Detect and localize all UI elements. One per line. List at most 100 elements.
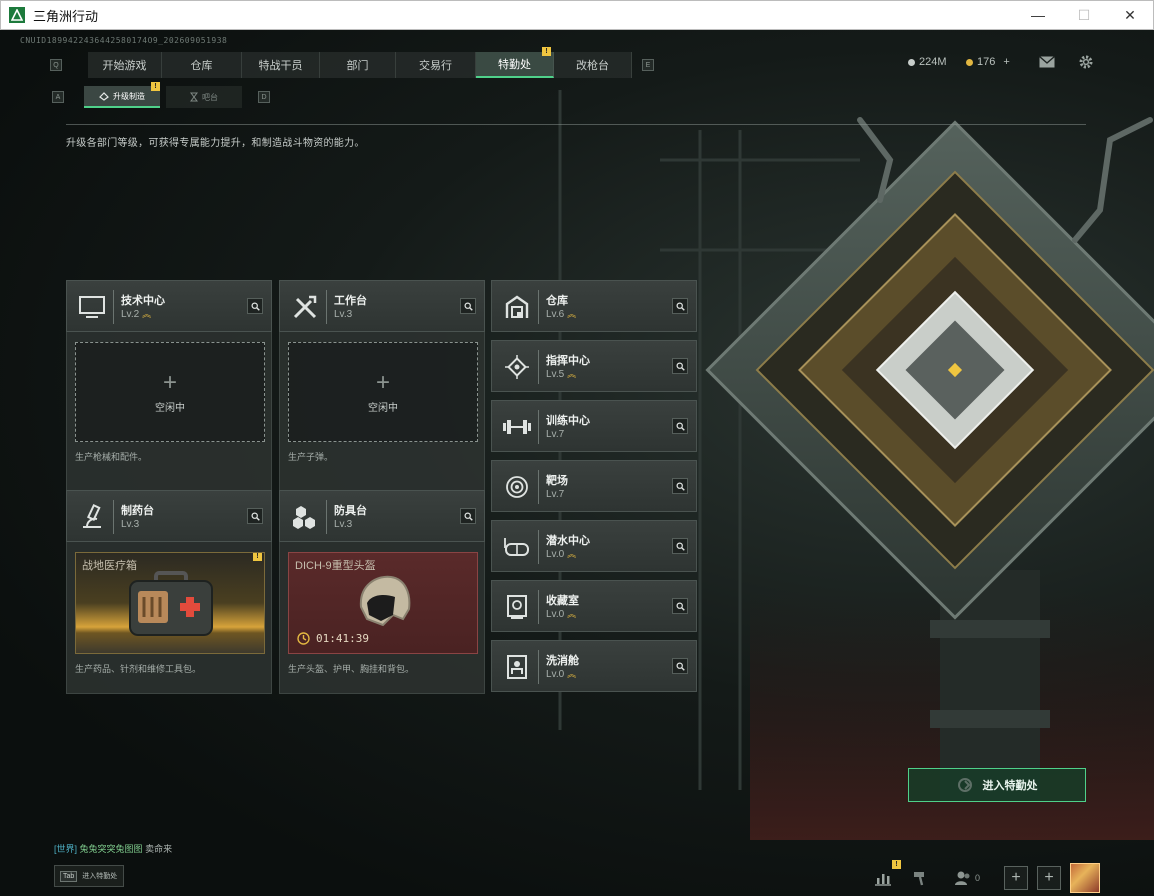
facility-card[interactable]: 仓库 Lv.6 ︽	[491, 280, 697, 332]
stats-badge: !	[892, 860, 901, 869]
search-icon[interactable]	[672, 298, 688, 314]
craft-timer: 01:41:39	[297, 632, 369, 645]
tab-department[interactable]: 部门	[320, 52, 396, 78]
chat-line[interactable]: [世界] 兔兔突突兔图图 卖命来	[54, 842, 172, 855]
nav-prev-key[interactable]: Q	[50, 59, 62, 71]
facility-name: 靶场	[546, 475, 568, 487]
pharmacy-slot[interactable]: 战地医疗箱 !	[75, 552, 265, 654]
search-icon[interactable]	[672, 478, 688, 494]
facility-level: Lv.7	[546, 429, 564, 440]
search-icon[interactable]	[672, 598, 688, 614]
tab-gunsmith[interactable]: 改枪台	[554, 52, 632, 78]
card-pharmacy[interactable]: 制药台 Lv.3	[66, 490, 272, 542]
tab-operators[interactable]: 特战干员	[242, 52, 320, 78]
facility-name: 仓库	[546, 295, 568, 307]
facility-level-value: Lv.0	[546, 669, 565, 680]
tech-center-status: 空闲中	[155, 402, 185, 414]
tech-center-panel: + 空闲中 生产枪械和配件。	[66, 332, 272, 492]
hammer-icon[interactable]	[912, 866, 928, 890]
pharmacy-slot-badge: !	[253, 553, 262, 561]
medkit-icon	[129, 571, 213, 636]
target-icon	[500, 470, 534, 504]
facility-card[interactable]: 洗消舱 Lv.0 ︽	[491, 640, 697, 692]
stats-bar-chart-icon[interactable]: !	[874, 860, 901, 890]
card-separator	[538, 530, 539, 564]
coupon-balance: 224M	[908, 56, 947, 68]
tab-warehouse[interactable]: 仓库	[162, 52, 242, 78]
hourglass-icon	[190, 92, 198, 102]
divider	[66, 124, 1086, 125]
search-icon[interactable]	[672, 418, 688, 434]
subtab-upgrade-craft[interactable]: 升级制造 !	[84, 82, 160, 108]
tab-special-ops[interactable]: 特勤处 !	[476, 47, 554, 78]
facility-level: Lv.0 ︽	[546, 669, 576, 680]
subtab-bar[interactable]: 吧台	[166, 86, 242, 108]
pharmacy-panel: 战地医疗箱 ! 生产药品、针剂和维修工具包。	[66, 542, 272, 694]
tab-market[interactable]: 交易行	[396, 52, 476, 78]
coin-amount: 176	[977, 56, 996, 68]
workbench-empty-slot[interactable]: + 空闲中	[288, 342, 478, 442]
search-icon[interactable]	[672, 658, 688, 674]
close-button[interactable]: ✕	[1107, 1, 1153, 29]
mail-icon[interactable]	[1038, 54, 1056, 70]
chat-channel: [世界]	[54, 844, 78, 854]
search-icon[interactable]	[460, 508, 476, 524]
workbench-status: 空闲中	[368, 402, 398, 414]
upgrade-arrow-icon: ︽	[142, 309, 151, 319]
maximize-button[interactable]: ☐	[1061, 1, 1107, 29]
chat-user[interactable]: 兔兔突突兔图图	[80, 844, 143, 854]
tools-icon	[288, 290, 322, 324]
friends-icon	[955, 871, 970, 885]
facility-card[interactable]: 训练中心 Lv.7	[491, 400, 697, 452]
armor-bench-slot[interactable]: DICH-9重型头盔 01:41:39	[288, 552, 478, 654]
subnav-prev-key[interactable]: A	[52, 91, 64, 103]
facility-card[interactable]: 收藏室 Lv.0 ︽	[491, 580, 697, 632]
tech-center-name: 技术中心	[121, 295, 165, 307]
search-icon[interactable]	[247, 508, 263, 524]
coin-balance[interactable]: 176 +	[966, 56, 1010, 68]
subnav-next-key[interactable]: D	[258, 91, 270, 103]
add-teammate-button-1[interactable]: +	[1004, 866, 1028, 890]
friends-button[interactable]: 0	[954, 866, 980, 890]
facility-level: Lv.5 ︽	[546, 369, 576, 380]
armor-bench-note: 生产头盔、护甲、胸挂和背包。	[288, 664, 415, 674]
card-separator	[113, 290, 114, 324]
facility-level: Lv.7	[546, 489, 564, 500]
tech-center-empty-slot[interactable]: + 空闲中	[75, 342, 265, 442]
armor-bench-level: Lv.3	[334, 519, 353, 530]
search-icon[interactable]	[247, 298, 263, 314]
facility-card[interactable]: 靶场 Lv.7	[491, 460, 697, 512]
card-workbench[interactable]: 工作台 Lv.3	[279, 280, 485, 332]
search-icon[interactable]	[672, 358, 688, 374]
subtab-upgrade-craft-label: 升级制造	[113, 91, 145, 101]
add-slot-1-wrapper: +	[1004, 866, 1028, 890]
search-icon[interactable]	[672, 538, 688, 554]
card-separator	[538, 470, 539, 504]
nav-next-key[interactable]: E	[642, 59, 654, 71]
add-coin-button[interactable]: +	[1003, 56, 1009, 68]
card-separator	[538, 410, 539, 444]
facility-level-value: Lv.6	[546, 309, 565, 320]
search-icon[interactable]	[460, 298, 476, 314]
window-title: 三角洲行动	[33, 8, 99, 24]
upgrade-arrow-icon: ︽	[567, 369, 576, 379]
coupon-icon	[908, 58, 915, 66]
facility-card[interactable]: 指挥中心 Lv.5 ︽	[491, 340, 697, 392]
enter-special-ops-button[interactable]: 进入特勤处	[908, 768, 1086, 802]
card-tech-center[interactable]: 技术中心 Lv.2 ︽	[66, 280, 272, 332]
card-separator	[113, 500, 114, 534]
facility-level-value: Lv.5	[546, 369, 565, 380]
add-icon: +	[162, 368, 177, 396]
dumbbell-icon	[500, 410, 534, 444]
minimize-button[interactable]: —	[1015, 1, 1061, 29]
tab-start-game[interactable]: 开始游戏	[88, 52, 162, 78]
pharmacy-name: 制药台	[121, 505, 154, 517]
player-avatar[interactable]	[1070, 863, 1100, 893]
facility-level-value: Lv.7	[546, 429, 565, 440]
facility-card[interactable]: 潜水中心 Lv.0 ︽	[491, 520, 697, 572]
card-armor-bench[interactable]: 防具台 Lv.3	[279, 490, 485, 542]
add-teammate-button-2[interactable]: +	[1037, 866, 1061, 890]
settings-gear-icon[interactable]	[1077, 54, 1095, 70]
enter-special-ops-label: 进入特勤处	[982, 780, 1038, 792]
tab-shortcut-hint[interactable]: Tab 进入特勤处	[54, 865, 124, 887]
